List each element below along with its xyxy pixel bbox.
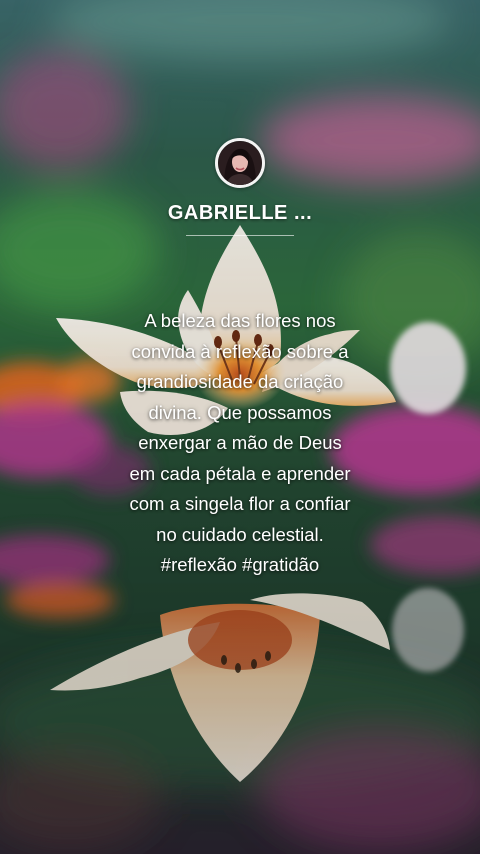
profile-header: GABRIELLE ... bbox=[0, 138, 480, 236]
caption-line: A beleza das flores nos bbox=[144, 310, 336, 331]
hashtags[interactable]: #reflexão #gratidão bbox=[86, 550, 394, 581]
username[interactable]: GABRIELLE ... bbox=[168, 202, 312, 225]
person-avatar-icon bbox=[218, 141, 262, 185]
caption-line: divina. Que possamos bbox=[148, 401, 332, 423]
caption-line: convida à reflexão sobre a bbox=[131, 340, 349, 362]
caption-line: no cuidado celestial. bbox=[156, 523, 324, 545]
divider bbox=[186, 235, 294, 236]
caption-line: grandiosidade da criação bbox=[136, 371, 344, 392]
caption-line: em cada pétala e aprender bbox=[129, 462, 351, 484]
post-caption: A beleza das flores nos convida à reflex… bbox=[86, 306, 394, 581]
avatar[interactable] bbox=[215, 138, 265, 188]
caption-line: enxergar a mão de Deus bbox=[138, 432, 342, 453]
caption-line: com a singela flor a confiar bbox=[129, 493, 351, 514]
